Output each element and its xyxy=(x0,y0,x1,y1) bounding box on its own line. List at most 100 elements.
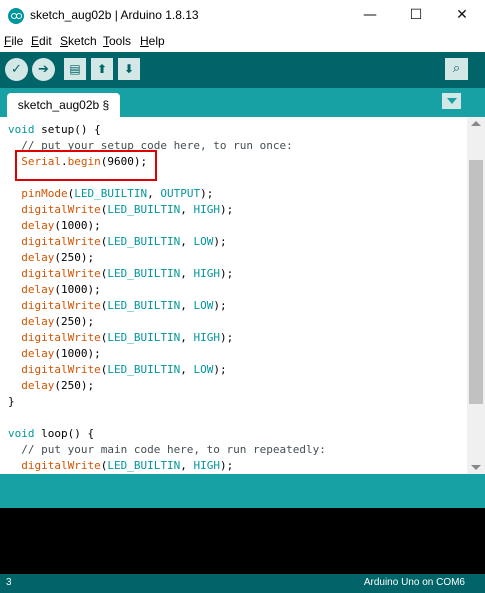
close-button[interactable]: ✕ xyxy=(439,0,485,31)
menu-sketch[interactable]: Sketch xyxy=(60,34,97,48)
code-token: ); xyxy=(213,299,227,312)
code-token: , xyxy=(180,331,194,344)
code-token: , xyxy=(180,299,194,312)
window-title: sketch_aug02b | Arduino 1.8.13 xyxy=(30,8,199,22)
save-icon[interactable]: ⬇ xyxy=(118,58,140,80)
code-line[interactable]: digitalWrite(LED_BUILTIN, HIGH); xyxy=(8,330,326,346)
code-token: LOW xyxy=(193,363,214,376)
code-token: pinMode xyxy=(21,187,68,200)
code-token: , xyxy=(180,459,194,472)
scroll-down-icon[interactable] xyxy=(471,465,481,470)
code-token: LED_BUILTIN xyxy=(107,203,181,216)
code-token: delay xyxy=(21,379,55,392)
code-line[interactable]: // put your main code here, to run repea… xyxy=(8,442,326,458)
code-line[interactable]: delay(1000); xyxy=(8,218,326,234)
code-line[interactable]: delay(250); xyxy=(8,378,326,394)
code-token: ); xyxy=(219,267,234,280)
code-line[interactable]: void setup() { xyxy=(8,122,326,138)
code-token: ); xyxy=(213,235,227,248)
code-line[interactable]: void loop() { xyxy=(8,426,326,442)
scroll-thumb[interactable] xyxy=(469,160,483,404)
code-line[interactable]: delay(1000); xyxy=(8,346,326,362)
editor-scrollbar[interactable] xyxy=(467,117,485,474)
code-token: delay xyxy=(21,283,55,296)
upload-icon[interactable]: ➔ xyxy=(32,58,55,81)
open-icon[interactable]: ⬆ xyxy=(91,58,113,80)
tab-menu-dropdown-icon[interactable] xyxy=(442,93,461,109)
code-token: loop() { xyxy=(34,427,95,440)
code-token: , xyxy=(180,267,194,280)
code-line[interactable] xyxy=(8,410,326,426)
verify-icon[interactable]: ✓ xyxy=(5,58,28,81)
serial-monitor-icon[interactable]: ⌕ xyxy=(445,58,468,80)
code-token: LOW xyxy=(193,299,214,312)
code-line[interactable]: } xyxy=(8,394,326,410)
maximize-button[interactable]: ☐ xyxy=(393,0,439,31)
code-token: digitalWrite xyxy=(21,299,101,312)
toolbar: ✓ ➔ ▤ ⬆ ⬇ ⌕ xyxy=(0,52,485,88)
code-line[interactable]: digitalWrite(LED_BUILTIN, LOW); xyxy=(8,234,326,250)
code-token: delay xyxy=(21,219,55,232)
code-line[interactable]: delay(1000); xyxy=(8,282,326,298)
code-line[interactable]: pinMode(LED_BUILTIN, OUTPUT); xyxy=(8,186,326,202)
menu-file[interactable]: File xyxy=(4,34,23,48)
code-line[interactable]: digitalWrite(LED_BUILTIN, HIGH); xyxy=(8,266,326,282)
code-token: // put your main code here, to run repea… xyxy=(8,443,326,456)
new-icon[interactable]: ▤ xyxy=(64,58,86,80)
code-line[interactable]: delay(250); xyxy=(8,250,326,266)
code-line[interactable]: digitalWrite(LED_BUILTIN, HIGH); xyxy=(8,458,326,474)
code-token: LED_BUILTIN xyxy=(107,331,181,344)
code-token: digitalWrite xyxy=(21,459,101,472)
code-token: void xyxy=(8,427,35,440)
scroll-up-icon[interactable] xyxy=(471,121,481,126)
code-token: LED_BUILTIN xyxy=(107,235,181,248)
code-token: delay xyxy=(21,315,55,328)
code-token: LED_BUILTIN xyxy=(107,299,181,312)
menu-bar: File Edit Sketch Tools Help xyxy=(0,31,485,52)
code-line[interactable]: digitalWrite(LED_BUILTIN, LOW); xyxy=(8,298,326,314)
tab-sketch[interactable]: sketch_aug02b § xyxy=(7,93,120,117)
code-editor[interactable]: void setup() { // put your setup code he… xyxy=(0,117,485,474)
code-token: OUTPUT xyxy=(160,187,201,200)
minimize-button[interactable]: — xyxy=(347,0,393,31)
menu-tools[interactable]: Tools xyxy=(103,34,131,48)
menu-help[interactable]: Help xyxy=(140,34,165,48)
code-token: (250); xyxy=(54,251,95,264)
code-line[interactable]: digitalWrite(LED_BUILTIN, HIGH); xyxy=(8,202,326,218)
code-token: LED_BUILTIN xyxy=(107,267,181,280)
code-token: , xyxy=(180,203,194,216)
code-token: ); xyxy=(219,459,234,472)
code-token: digitalWrite xyxy=(21,331,101,344)
code-token: , xyxy=(147,187,161,200)
code-token: } xyxy=(8,395,15,408)
tab-bar: sketch_aug02b § xyxy=(0,88,485,117)
code-token: (250); xyxy=(54,315,95,328)
code-token: LED_BUILTIN xyxy=(107,363,181,376)
code-token: digitalWrite xyxy=(21,203,101,216)
console-output xyxy=(0,508,485,574)
menu-edit[interactable]: Edit xyxy=(31,34,52,48)
code-token: HIGH xyxy=(193,459,220,472)
code-token: digitalWrite xyxy=(21,363,101,376)
code-token: ); xyxy=(219,203,234,216)
code-token: HIGH xyxy=(193,267,220,280)
code-line[interactable]: digitalWrite(LED_BUILTIN, LOW); xyxy=(8,362,326,378)
code-token: ); xyxy=(219,331,234,344)
message-area xyxy=(0,474,485,508)
code-token: (250); xyxy=(54,379,95,392)
code-line[interactable]: delay(250); xyxy=(8,314,326,330)
code-token: digitalWrite xyxy=(21,235,101,248)
code-token: HIGH xyxy=(193,203,220,216)
code-token: LED_BUILTIN xyxy=(107,459,181,472)
code-token: ); xyxy=(213,363,227,376)
